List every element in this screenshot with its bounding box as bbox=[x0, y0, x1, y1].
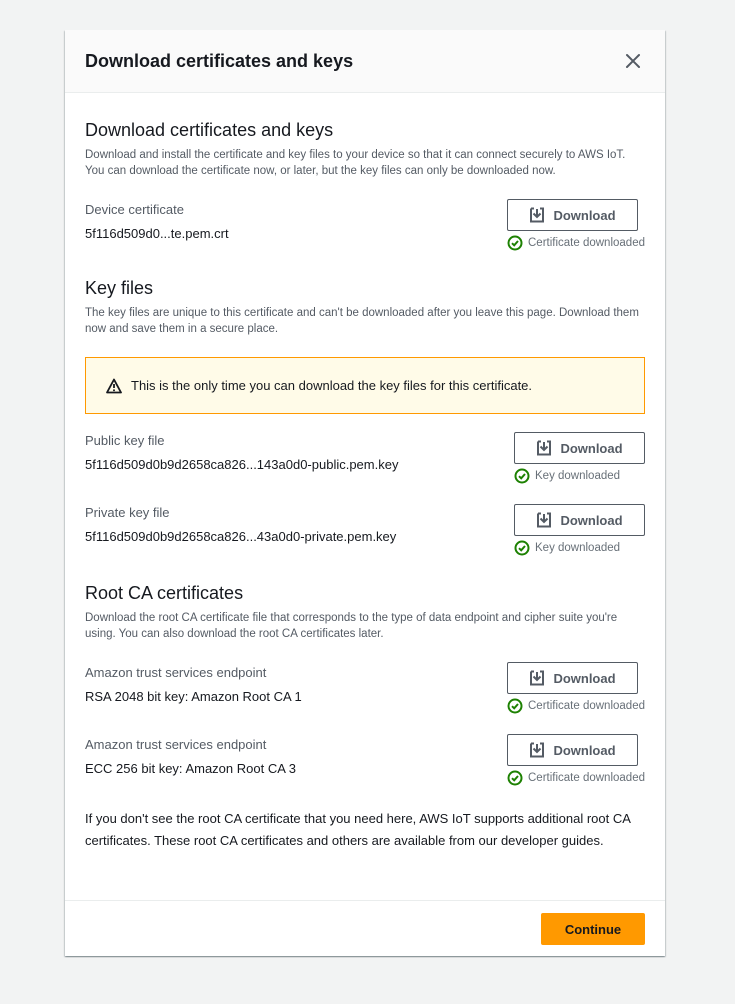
section-title: Key files bbox=[85, 278, 154, 298]
success-check-icon bbox=[507, 698, 523, 714]
modal-body: Download certificates and keys Download … bbox=[65, 93, 665, 852]
close-button[interactable] bbox=[621, 49, 645, 73]
download-root-ca-3-button[interactable]: Download bbox=[507, 734, 638, 766]
success-check-icon bbox=[514, 540, 530, 556]
download-button-label: Download bbox=[553, 670, 616, 686]
root-ca-1-row: Amazon trust services endpoint RSA 2048 … bbox=[85, 662, 645, 714]
key-files-section: Key files The key files are unique to th… bbox=[85, 277, 645, 556]
root-ca-note: If you don't see the root CA certificate… bbox=[85, 811, 631, 848]
root-ca-3-row: Amazon trust services endpoint ECC 256 b… bbox=[85, 734, 645, 786]
success-check-icon bbox=[507, 235, 523, 251]
status-text: Certificate downloaded bbox=[528, 237, 645, 249]
status-text: Key downloaded bbox=[535, 542, 621, 554]
download-button-label: Download bbox=[553, 742, 616, 758]
field-value: 5f116d509d0b9d2658ca826...143a0d0-public… bbox=[85, 457, 399, 472]
field-value: RSA 2048 bit key: Amazon Root CA 1 bbox=[85, 689, 302, 704]
public-key-row: Public key file 5f116d509d0b9d2658ca826.… bbox=[85, 432, 645, 484]
success-check-icon bbox=[514, 468, 530, 484]
download-button-label: Download bbox=[553, 207, 616, 223]
download-status: Certificate downloaded bbox=[507, 235, 645, 251]
device-certificate-row: Device certificate 5f116d509d0...te.pem.… bbox=[85, 199, 645, 251]
continue-button[interactable]: Continue bbox=[541, 913, 645, 945]
section-description: Download and install the certificate and… bbox=[85, 149, 626, 177]
modal-title: Download certificates and keys bbox=[85, 50, 354, 71]
section-description: The key files are unique to this certifi… bbox=[85, 307, 639, 335]
section-title: Download certificates and keys bbox=[85, 120, 334, 140]
download-icon bbox=[537, 512, 552, 528]
download-certificates-modal: Download certificates and keys Download … bbox=[65, 30, 665, 956]
download-status: Certificate downloaded bbox=[507, 698, 645, 714]
download-private-key-button[interactable]: Download bbox=[514, 504, 645, 536]
download-button-label: Download bbox=[560, 512, 623, 528]
field-label: Public key file bbox=[85, 433, 165, 448]
download-status: Key downloaded bbox=[514, 468, 620, 484]
download-status: Key downloaded bbox=[514, 540, 620, 556]
download-button-label: Download bbox=[560, 440, 623, 456]
private-key-row: Private key file 5f116d509d0b9d2658ca826… bbox=[85, 504, 645, 556]
warning-alert: This is the only time you can download t… bbox=[85, 357, 645, 414]
field-label: Amazon trust services endpoint bbox=[85, 665, 267, 680]
download-device-certificate-button[interactable]: Download bbox=[507, 199, 638, 231]
modal-header: Download certificates and keys bbox=[65, 30, 665, 93]
section-description: Download the root CA certificate file th… bbox=[85, 612, 618, 640]
status-text: Key downloaded bbox=[535, 470, 621, 482]
download-public-key-button[interactable]: Download bbox=[514, 432, 645, 464]
field-label: Private key file bbox=[85, 505, 170, 520]
field-label: Amazon trust services endpoint bbox=[85, 737, 267, 752]
modal-footer: Continue bbox=[65, 900, 665, 956]
download-icon bbox=[530, 207, 545, 223]
field-value: 5f116d509d0b9d2658ca826...43a0d0-private… bbox=[85, 529, 397, 544]
download-icon bbox=[530, 670, 545, 686]
field-value: 5f116d509d0...te.pem.crt bbox=[85, 226, 229, 241]
download-status: Certificate downloaded bbox=[507, 770, 645, 786]
success-check-icon bbox=[507, 770, 523, 786]
field-label: Device certificate bbox=[85, 202, 184, 217]
status-text: Certificate downloaded bbox=[528, 700, 645, 712]
alert-text: This is the only time you can download t… bbox=[131, 378, 533, 393]
download-root-ca-1-button[interactable]: Download bbox=[507, 662, 638, 694]
section-title: Root CA certificates bbox=[85, 583, 244, 603]
warning-icon bbox=[106, 378, 122, 393]
download-icon bbox=[530, 742, 545, 758]
device-certificate-section: Download certificates and keys Download … bbox=[85, 93, 645, 251]
close-icon bbox=[626, 54, 640, 68]
download-icon bbox=[537, 440, 552, 456]
field-value: ECC 256 bit key: Amazon Root CA 3 bbox=[85, 761, 296, 776]
status-text: Certificate downloaded bbox=[528, 772, 645, 784]
root-ca-section: Root CA certificates Download the root C… bbox=[85, 582, 645, 852]
